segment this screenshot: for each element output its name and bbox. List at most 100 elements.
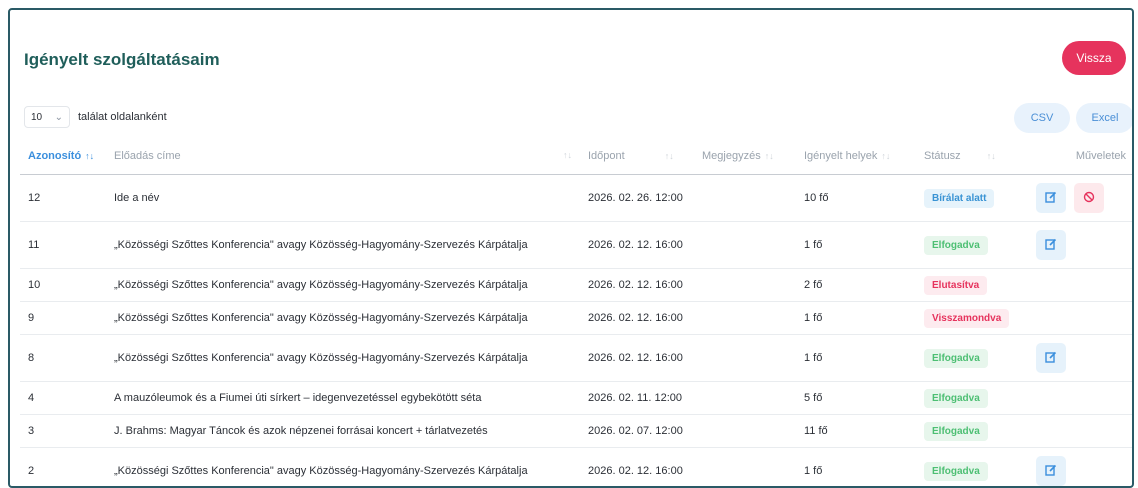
cancel-icon bbox=[1083, 191, 1095, 206]
chevron-down-icon: ⌄ bbox=[55, 112, 63, 123]
column-header-time[interactable]: Időpont↑↓ bbox=[580, 138, 694, 175]
column-header-title[interactable]: Előadás címe↑↓ bbox=[106, 138, 580, 175]
cell-note bbox=[694, 175, 796, 222]
status-badge: Bírálat alatt bbox=[924, 189, 994, 208]
table-row: 12Ide a név2026. 02. 26. 12:0010 főBírál… bbox=[20, 175, 1134, 222]
table-row: 2„Közösségi Szőttes Konferencia" avagy K… bbox=[20, 448, 1134, 488]
cell-title: „Közösségi Szőttes Konferencia" avagy Kö… bbox=[106, 222, 580, 269]
page-size-select[interactable]: 10 ⌄ bbox=[24, 106, 70, 128]
cell-actions bbox=[1028, 448, 1134, 488]
cell-time: 2026. 02. 11. 12:00 bbox=[580, 382, 694, 415]
cell-id: 3 bbox=[20, 415, 106, 448]
table-row: 4A mauzóleumok és a Fiumei úti sírkert –… bbox=[20, 382, 1134, 415]
table-header-row: Azonosító↑↓ Előadás címe↑↓ Időpont↑↓ Meg… bbox=[20, 138, 1134, 175]
cell-actions bbox=[1028, 175, 1134, 222]
row-actions bbox=[1036, 456, 1126, 486]
back-button[interactable]: Vissza bbox=[1062, 41, 1126, 75]
edit-button[interactable] bbox=[1036, 183, 1066, 213]
table-body: 12Ide a név2026. 02. 26. 12:0010 főBírál… bbox=[20, 175, 1134, 488]
cell-status: Elfogadva bbox=[916, 382, 1028, 415]
cell-seats: 5 fő bbox=[796, 382, 916, 415]
row-actions bbox=[1036, 230, 1126, 260]
column-header-seats[interactable]: Igényelt helyek↑↓ bbox=[796, 138, 916, 175]
cell-time: 2026. 02. 12. 16:00 bbox=[580, 335, 694, 382]
cell-seats: 10 fő bbox=[796, 175, 916, 222]
cell-id: 10 bbox=[20, 269, 106, 302]
requests-table: Azonosító↑↓ Előadás címe↑↓ Időpont↑↓ Meg… bbox=[20, 138, 1134, 488]
cell-time: 2026. 02. 12. 16:00 bbox=[580, 302, 694, 335]
edit-button[interactable] bbox=[1036, 456, 1066, 486]
cell-note bbox=[694, 335, 796, 382]
edit-icon bbox=[1045, 464, 1057, 479]
page-size-label: találat oldalanként bbox=[78, 111, 167, 123]
cell-actions bbox=[1028, 269, 1134, 302]
cell-status: Elfogadva bbox=[916, 448, 1028, 488]
cell-status: Elfogadva bbox=[916, 415, 1028, 448]
column-header-note[interactable]: Megjegyzés↑↓ bbox=[694, 138, 796, 175]
cell-note bbox=[694, 448, 796, 488]
sort-icon: ↑↓ bbox=[665, 151, 674, 161]
cell-status: Elfogadva bbox=[916, 222, 1028, 269]
cell-title: „Közösségi Szőttes Konferencia" avagy Kö… bbox=[106, 335, 580, 382]
table-row: 10„Közösségi Szőttes Konferencia" avagy … bbox=[20, 269, 1134, 302]
cell-time: 2026. 02. 12. 16:00 bbox=[580, 448, 694, 488]
edit-icon bbox=[1045, 238, 1057, 253]
cell-seats: 1 fő bbox=[796, 222, 916, 269]
table-row: 8„Közösségi Szőttes Konferencia" avagy K… bbox=[20, 335, 1134, 382]
cancel-request-button[interactable] bbox=[1074, 183, 1104, 213]
status-badge: Elfogadva bbox=[924, 422, 988, 441]
cell-seats: 1 fő bbox=[796, 335, 916, 382]
services-panel: Igényelt szolgáltatásaim Vissza 10 ⌄ tal… bbox=[8, 8, 1134, 488]
sort-icon: ↑↓ bbox=[987, 151, 996, 161]
cell-actions bbox=[1028, 222, 1134, 269]
column-header-status[interactable]: Státusz↑↓ bbox=[916, 138, 1028, 175]
cell-note bbox=[694, 302, 796, 335]
cell-note bbox=[694, 415, 796, 448]
cell-status: Bírálat alatt bbox=[916, 175, 1028, 222]
cell-title: Ide a név bbox=[106, 175, 580, 222]
column-header-id[interactable]: Azonosító↑↓ bbox=[20, 138, 106, 175]
page-size-value: 10 bbox=[31, 112, 42, 123]
cell-note bbox=[694, 382, 796, 415]
table-row: 11„Közösségi Szőttes Konferencia" avagy … bbox=[20, 222, 1134, 269]
cell-seats: 1 fő bbox=[796, 448, 916, 488]
cell-actions bbox=[1028, 335, 1134, 382]
sort-icon: ↑↓ bbox=[85, 151, 94, 161]
csv-export-button[interactable]: CSV bbox=[1014, 103, 1070, 133]
table-row: 3J. Brahms: Magyar Táncok és azok népzen… bbox=[20, 415, 1134, 448]
status-badge: Elfogadva bbox=[924, 462, 988, 481]
cell-title: „Közösségi Szőttes Konferencia" avagy Kö… bbox=[106, 448, 580, 488]
cell-seats: 2 fő bbox=[796, 269, 916, 302]
sort-icon: ↑↓ bbox=[881, 151, 890, 161]
cell-title: „Közösségi Szőttes Konferencia" avagy Kö… bbox=[106, 269, 580, 302]
cell-title: J. Brahms: Magyar Táncok és azok népzene… bbox=[106, 415, 580, 448]
status-badge: Elfogadva bbox=[924, 236, 988, 255]
cell-note bbox=[694, 269, 796, 302]
status-badge: Elfogadva bbox=[924, 349, 988, 368]
cell-actions bbox=[1028, 415, 1134, 448]
cell-id: 2 bbox=[20, 448, 106, 488]
edit-icon bbox=[1045, 351, 1057, 366]
cell-time: 2026. 02. 26. 12:00 bbox=[580, 175, 694, 222]
cell-id: 8 bbox=[20, 335, 106, 382]
edit-icon bbox=[1045, 191, 1057, 206]
cell-id: 9 bbox=[20, 302, 106, 335]
cell-actions bbox=[1028, 302, 1134, 335]
cell-status: Elutasítva bbox=[916, 269, 1028, 302]
edit-button[interactable] bbox=[1036, 230, 1066, 260]
cell-note bbox=[694, 222, 796, 269]
sort-icon: ↑↓ bbox=[765, 151, 774, 161]
cell-seats: 11 fő bbox=[796, 415, 916, 448]
excel-export-button[interactable]: Excel bbox=[1076, 103, 1134, 133]
cell-title: A mauzóleumok és a Fiumei úti sírkert – … bbox=[106, 382, 580, 415]
page-title: Igényelt szolgáltatásaim bbox=[24, 50, 220, 70]
cell-title: „Közösségi Szőttes Konferencia" avagy Kö… bbox=[106, 302, 580, 335]
status-badge: Elutasítva bbox=[924, 276, 987, 295]
cell-status: Elfogadva bbox=[916, 335, 1028, 382]
cell-id: 4 bbox=[20, 382, 106, 415]
page-size-control: 10 ⌄ találat oldalanként bbox=[24, 106, 167, 128]
cell-time: 2026. 02. 12. 16:00 bbox=[580, 222, 694, 269]
edit-button[interactable] bbox=[1036, 343, 1066, 373]
cell-time: 2026. 02. 12. 16:00 bbox=[580, 269, 694, 302]
cell-status: Visszamondva bbox=[916, 302, 1028, 335]
